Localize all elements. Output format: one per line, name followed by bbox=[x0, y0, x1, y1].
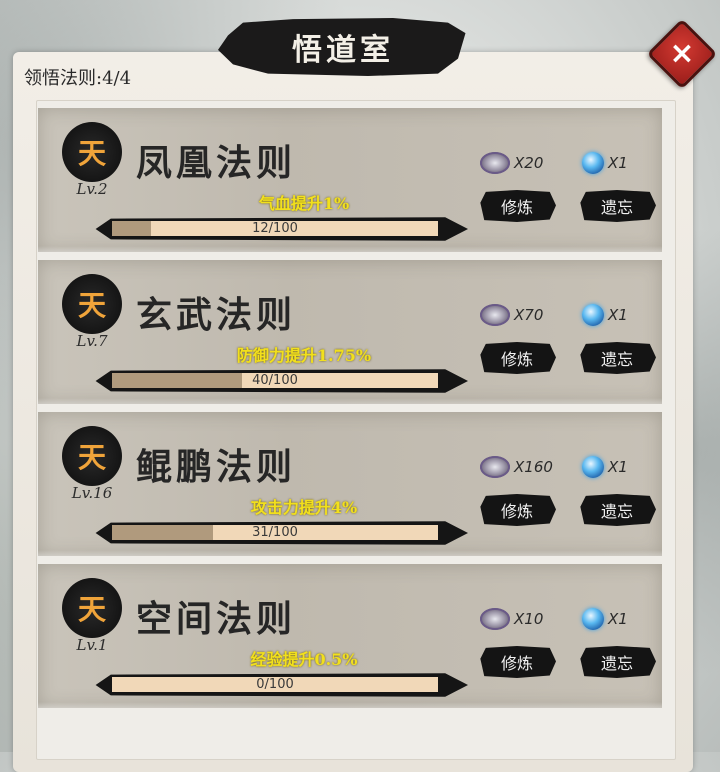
progress-text: 12/100 bbox=[252, 221, 298, 236]
relic-cost-value: X1 bbox=[608, 458, 628, 476]
rank-badge: 天 bbox=[62, 578, 122, 638]
page-title: 悟道室 bbox=[292, 33, 394, 68]
progress-bar: 40/100 bbox=[95, 369, 468, 393]
progress-text: 0/100 bbox=[256, 677, 294, 692]
rank-char: 天 bbox=[77, 441, 106, 474]
progress-bar: 0/100 bbox=[95, 673, 468, 697]
comprehended-count: 领悟法则:4/4 bbox=[24, 68, 132, 89]
scroll-cost-value: X20 bbox=[514, 154, 544, 172]
law-name: 空间法则 bbox=[136, 598, 297, 640]
forget-button[interactable]: 遗忘 bbox=[580, 342, 656, 374]
scroll-cost-value: X160 bbox=[514, 458, 553, 476]
law-level: Lv.7 bbox=[76, 332, 108, 350]
relic-cost-value: X1 bbox=[608, 610, 628, 628]
rank-char: 天 bbox=[77, 137, 106, 170]
law-bonus: 防御力提升1.75% bbox=[236, 346, 372, 365]
title-banner: 悟道室 bbox=[218, 18, 466, 76]
close-icon: × bbox=[669, 36, 695, 71]
progress-bar: 31/100 bbox=[95, 521, 468, 545]
forget-button[interactable]: 遗忘 bbox=[580, 190, 656, 222]
cultivate-button[interactable]: 修炼 bbox=[480, 646, 556, 678]
law-bonus: 攻击力提升4% bbox=[250, 498, 358, 517]
scroll-icon bbox=[480, 304, 510, 326]
progress-track: 40/100 bbox=[112, 373, 438, 388]
law-name: 玄武法则 bbox=[136, 294, 297, 336]
law-level: Lv.2 bbox=[76, 180, 108, 198]
progress-track: 12/100 bbox=[112, 221, 438, 236]
scroll-icon bbox=[480, 152, 510, 174]
cultivate-button[interactable]: 修炼 bbox=[480, 190, 556, 222]
scroll-cost: X70 bbox=[480, 304, 543, 326]
scroll-icon bbox=[480, 608, 510, 630]
relic-cost-value: X1 bbox=[608, 154, 628, 172]
scroll-cost: X10 bbox=[480, 608, 543, 630]
blue-orb-icon bbox=[582, 608, 604, 630]
progress-track: 31/100 bbox=[112, 525, 438, 540]
scroll-cost-value: X10 bbox=[514, 610, 544, 628]
progress-bar: 12/100 bbox=[95, 217, 468, 241]
law-card: 天 Lv.1 空间法则 经验提升0.5% 0/100 X10 X1 修炼 遗忘 bbox=[38, 564, 662, 708]
progress-text: 40/100 bbox=[252, 373, 298, 388]
relic-cost: X1 bbox=[582, 152, 628, 174]
rank-badge: 天 bbox=[62, 274, 122, 334]
close-button[interactable]: × bbox=[646, 18, 718, 90]
law-level: Lv.16 bbox=[71, 484, 113, 502]
scroll-cost: X160 bbox=[480, 456, 553, 478]
blue-orb-icon bbox=[582, 456, 604, 478]
progress-track: 0/100 bbox=[112, 677, 438, 692]
law-level: Lv.1 bbox=[76, 636, 108, 654]
scroll-cost-value: X70 bbox=[514, 306, 544, 324]
cultivate-button[interactable]: 修炼 bbox=[480, 494, 556, 526]
rank-char: 天 bbox=[77, 593, 106, 626]
progress-text: 31/100 bbox=[252, 525, 298, 540]
rank-badge: 天 bbox=[62, 122, 122, 182]
scroll-icon bbox=[480, 456, 510, 478]
blue-orb-icon bbox=[582, 152, 604, 174]
rank-badge: 天 bbox=[62, 426, 122, 486]
blue-orb-icon bbox=[582, 304, 604, 326]
law-card: 天 Lv.7 玄武法则 防御力提升1.75% 40/100 X70 X1 修炼 … bbox=[38, 260, 662, 404]
relic-cost: X1 bbox=[582, 608, 628, 630]
forget-button[interactable]: 遗忘 bbox=[580, 646, 656, 678]
law-name: 鲲鹏法则 bbox=[136, 446, 297, 488]
law-card: 天 Lv.2 凤凰法则 气血提升1% 12/100 X20 X1 修炼 遗忘 bbox=[38, 108, 662, 252]
law-card: 天 Lv.16 鲲鹏法则 攻击力提升4% 31/100 X160 X1 修炼 遗… bbox=[38, 412, 662, 556]
relic-cost-value: X1 bbox=[608, 306, 628, 324]
law-name: 凤凰法则 bbox=[136, 142, 297, 184]
relic-cost: X1 bbox=[582, 456, 628, 478]
law-bonus: 气血提升1% bbox=[258, 194, 350, 213]
forget-button[interactable]: 遗忘 bbox=[580, 494, 656, 526]
law-bonus: 经验提升0.5% bbox=[250, 650, 358, 669]
relic-cost: X1 bbox=[582, 304, 628, 326]
cultivate-button[interactable]: 修炼 bbox=[480, 342, 556, 374]
scroll-cost: X20 bbox=[480, 152, 543, 174]
rank-char: 天 bbox=[77, 289, 106, 322]
